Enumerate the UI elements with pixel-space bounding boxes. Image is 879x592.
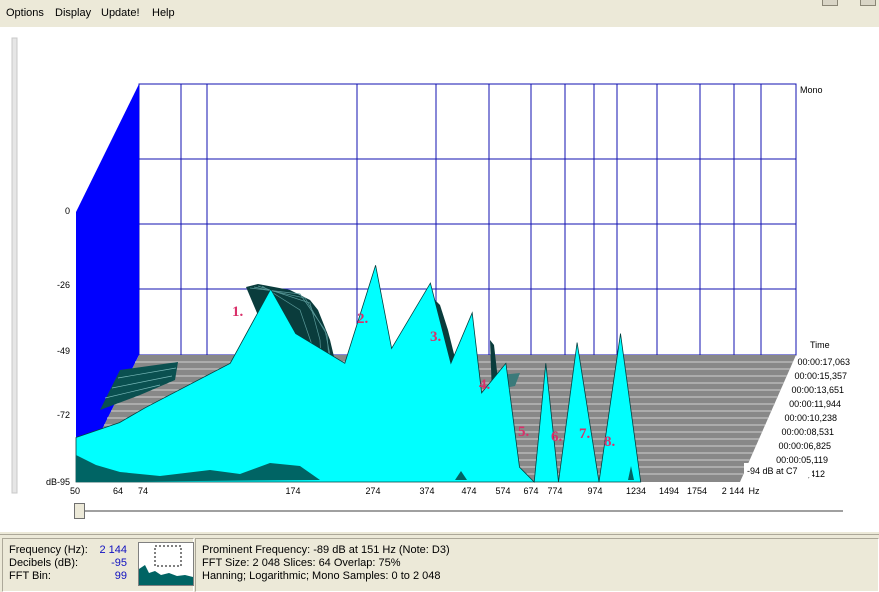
- time-label: 00:00:17,063: [797, 357, 850, 367]
- peak-label-8: 8.: [604, 434, 616, 450]
- chart-svg: 1. 2. 3. 4. 5. 6. 7. 8. 0 -26 -49 -72 dB…: [11, 37, 850, 512]
- time-label: 00:00:08,531: [781, 427, 834, 437]
- x-tick: 674: [523, 486, 538, 496]
- x-tick: 2 144: [722, 486, 745, 496]
- menu-display[interactable]: Display: [55, 7, 91, 19]
- time-label: 00:00:11,944: [789, 399, 841, 409]
- x-tick: 474: [461, 486, 476, 496]
- peak-label-2: 2.: [357, 311, 369, 327]
- x-tick: 1494: [659, 486, 679, 496]
- x-tick: 574: [495, 486, 510, 496]
- frequency-label: Frequency (Hz):: [9, 544, 88, 556]
- peak-label-1: 1.: [232, 304, 244, 320]
- y-tick-49: -49: [57, 346, 70, 356]
- channel-label: Mono: [800, 85, 823, 95]
- maximize-button[interactable]: [860, 0, 876, 6]
- info-panel: Prominent Frequency: -89 dB at 151 Hz (N…: [195, 538, 879, 592]
- y-tick-0: 0: [65, 206, 70, 216]
- time-label: 00:00:13,651: [791, 385, 844, 395]
- time-label: 00:00:15,357: [794, 371, 847, 381]
- x-tick: 274: [365, 486, 380, 496]
- y-tick-26: -26: [57, 280, 70, 290]
- mini-spectrum-thumbnail: [138, 542, 194, 586]
- x-axis-ticks: 50 64 74 174 274 374 474 574 674 774 974…: [70, 486, 760, 496]
- window-info: Hanning; Logarithmic; Mono Samples: 0 to…: [202, 570, 441, 582]
- fft-info: FFT Size: 2 048 Slices: 64 Overlap: 75%: [202, 557, 401, 569]
- readout-panel: Frequency (Hz): 2 144 Decibels (dB): -95…: [2, 538, 194, 592]
- db-unit-label: dB: [46, 477, 57, 487]
- status-bar: Frequency (Hz): 2 144 Decibels (dB): -95…: [0, 534, 879, 592]
- fft-bin-value: 99: [114, 570, 127, 582]
- vertical-scrollbar[interactable]: [11, 37, 18, 494]
- time-header: Time: [810, 340, 830, 350]
- fft-bin-label: FFT Bin:: [9, 570, 51, 582]
- x-tick: 64: [113, 486, 123, 496]
- peak-label-5: 5.: [518, 424, 530, 440]
- peak-label-7: 7.: [579, 426, 591, 442]
- x-tick: 974: [587, 486, 602, 496]
- mini-spectrum-svg: [139, 545, 193, 585]
- time-label: 00:00:10,238: [784, 413, 837, 423]
- db-readout: -94 dB at C7: [747, 466, 798, 476]
- menu-help[interactable]: Help: [152, 7, 175, 19]
- x-tick: 74: [138, 486, 148, 496]
- peak-label-3: 3.: [430, 329, 442, 345]
- menu-bar: Options Display Update! Help: [0, 0, 879, 27]
- y-tick-95: -95: [57, 477, 70, 487]
- spectrum-3d-chart: 1. 2. 3. 4. 5. 6. 7. 8. 0 -26 -49 -72 dB…: [0, 27, 879, 532]
- x-tick: 374: [419, 486, 434, 496]
- prominent-frequency: Prominent Frequency: -89 dB at 151 Hz (N…: [202, 544, 450, 556]
- menu-options[interactable]: Options: [6, 7, 44, 19]
- time-slider-handle[interactable]: [74, 503, 85, 519]
- y-tick-72: -72: [57, 410, 70, 420]
- x-tick: 774: [547, 486, 562, 496]
- decibels-value: -95: [111, 557, 127, 569]
- x-tick: 50: [70, 486, 80, 496]
- time-label: 00:00:06,825: [778, 441, 831, 451]
- frequency-value: 2 144: [99, 544, 127, 556]
- minimize-button[interactable]: [822, 0, 838, 6]
- x-tick: 1754: [687, 486, 707, 496]
- peak-label-4: 4.: [479, 377, 491, 393]
- hz-unit-label: Hz: [749, 486, 760, 496]
- decibels-label: Decibels (dB):: [9, 557, 79, 569]
- x-tick: 1234: [626, 486, 646, 496]
- peak-label-6: 6.: [551, 429, 563, 445]
- menu-update[interactable]: Update!: [101, 7, 140, 19]
- x-tick: 174: [285, 486, 300, 496]
